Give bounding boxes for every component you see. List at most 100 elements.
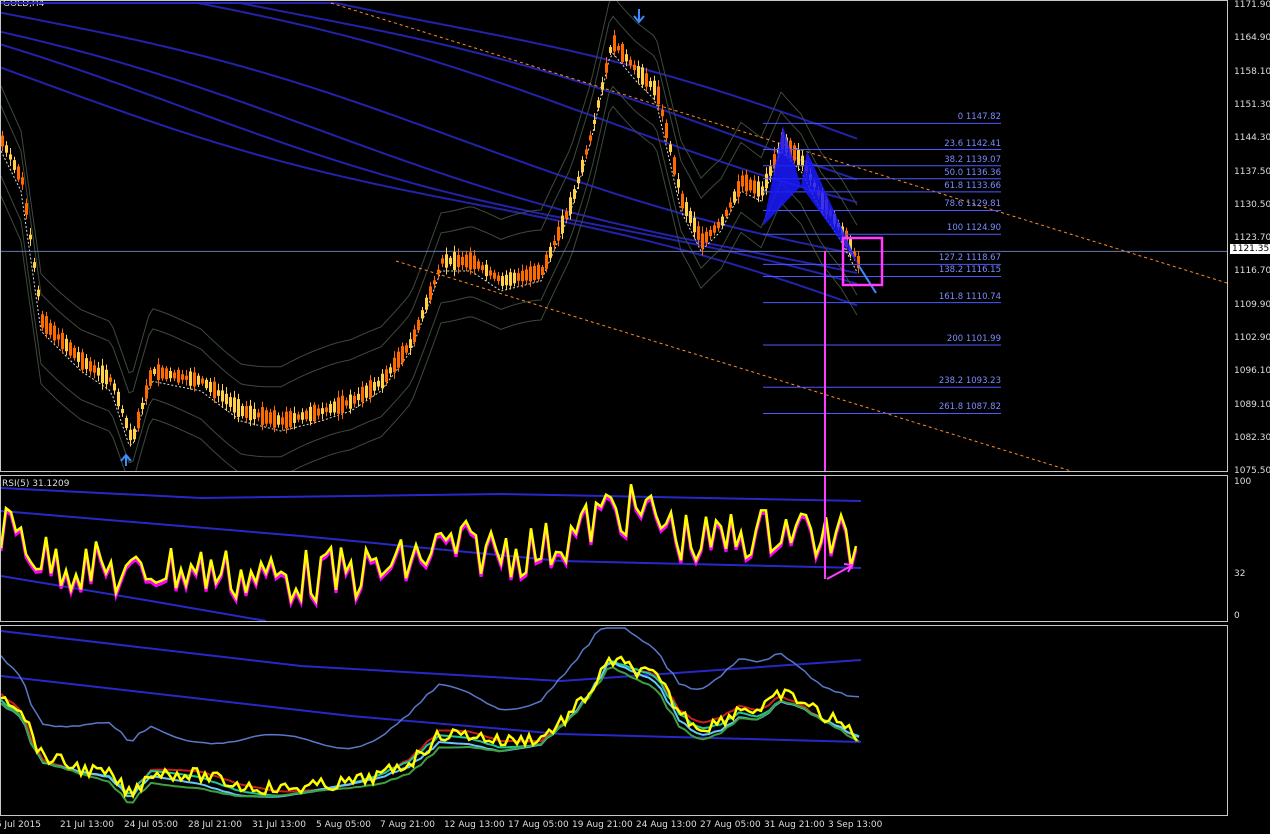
current-price-tag: 1121.35: [1230, 244, 1270, 255]
price-tick-label: 1123.70: [1234, 233, 1270, 244]
candle-body: [645, 73, 648, 87]
candle-body: [733, 191, 736, 203]
candle-body: [201, 378, 204, 384]
price-tick-label: 1158.10: [1234, 66, 1270, 77]
candle-body: [17, 166, 20, 180]
candle-body: [265, 410, 268, 424]
price-tick-label: 1082.30: [1234, 432, 1270, 443]
oscillator-canvas: [1, 627, 862, 804]
candle-body: [37, 289, 40, 297]
oscillator-average-line: [1, 666, 860, 804]
fib-level-label: 161.8 1110.74: [938, 291, 1001, 302]
candle-body: [29, 234, 32, 240]
candle-body: [97, 367, 100, 376]
candle-body: [625, 54, 628, 62]
candle-body: [617, 46, 620, 51]
price-chart-canvas: [1, 1, 1227, 471]
candle-body: [177, 369, 180, 383]
candle-body: [721, 216, 724, 226]
candle-body: [197, 375, 200, 385]
candle-body: [61, 332, 64, 350]
candle-body: [697, 226, 700, 240]
candle-body: [633, 64, 636, 71]
candle-body: [181, 374, 184, 380]
candle-body: [437, 269, 440, 274]
candle-body: [533, 265, 536, 281]
fib-level-label: 200 1101.99: [946, 333, 1001, 344]
candle-body: [681, 193, 684, 209]
candle-body: [489, 270, 492, 276]
candle-body: [333, 401, 336, 413]
candle-body: [557, 226, 560, 241]
candle-body: [317, 408, 320, 416]
rsi-canvas: [1, 476, 862, 621]
price-chart-pane[interactable]: GOLD,H4 0 1147.82 23.6 1142.41 38.2 1139.0…: [0, 0, 1228, 472]
fib-level-label: 50.0 1136.36: [944, 167, 1001, 178]
rsi-indicator-pane[interactable]: RSI(5) 31.1209: [0, 475, 1228, 622]
candle-body: [365, 385, 368, 398]
candle-body: [765, 173, 768, 189]
candle-body: [89, 361, 92, 372]
date-tick-label: 12 Aug 13:00: [444, 820, 505, 830]
candle-body: [613, 35, 616, 52]
moving-average-line: [1, 52, 858, 446]
candle-body: [185, 375, 188, 380]
candle-body: [161, 367, 164, 379]
candle-body: [233, 397, 236, 413]
candle-body: [357, 393, 360, 401]
candle-body: [113, 383, 116, 391]
candle-body: [173, 372, 176, 379]
candle-body: [277, 415, 280, 425]
candle-body: [205, 379, 208, 389]
rsi-divergence-arrow-icon: [826, 563, 854, 580]
candle-body: [597, 100, 600, 108]
rsi-tick-label: 100: [1234, 477, 1252, 487]
candle-body: [761, 186, 764, 196]
candle-body: [105, 369, 108, 385]
candle-body: [629, 59, 632, 66]
candle-body: [53, 325, 56, 341]
candle-body: [577, 176, 580, 184]
candle-body: [493, 272, 496, 279]
candle-body: [165, 368, 168, 380]
candle-body: [565, 211, 568, 219]
candle-body: [49, 323, 52, 335]
candle-body: [637, 66, 640, 78]
candle-body: [705, 231, 708, 243]
candle-body: [673, 157, 676, 175]
rsi-upper-band: [1, 487, 862, 502]
candle-body: [81, 352, 84, 370]
candle-body: [569, 197, 572, 215]
candle-body: [21, 177, 24, 185]
candle-body: [57, 334, 60, 340]
candle-body: [421, 310, 424, 319]
candle-body: [285, 411, 288, 429]
candle-body: [149, 370, 152, 386]
date-tick-label: 31 Jul 13:00: [252, 820, 306, 830]
candle-body: [253, 408, 256, 420]
candle-body: [757, 181, 760, 197]
date-tick-label: 28 Jul 21:00: [188, 820, 242, 830]
envelope-line: [1, 2, 858, 181]
osc-upper-band: [1, 630, 862, 683]
candle-body: [449, 257, 452, 265]
candle-body: [501, 276, 504, 286]
candle-body: [649, 81, 652, 87]
candle-body: [273, 410, 276, 428]
candle-body: [505, 274, 508, 286]
fib-level-label: 61.8 1133.66: [944, 180, 1001, 191]
rsi-signal-line: [1, 486, 858, 609]
candle-body: [525, 269, 528, 281]
candle-body: [393, 357, 396, 373]
fib-level-label: 138.2 1116.15: [938, 265, 1001, 276]
rsi-line: [1, 483, 858, 605]
band-line: [1, 85, 858, 464]
candle-body: [257, 412, 260, 418]
price-tick-label: 1144.30: [1234, 133, 1270, 144]
candle-body: [369, 380, 372, 398]
oscillator-pane[interactable]: [0, 625, 1228, 816]
envelope-line: [1, 2, 858, 140]
date-tick-label: 31 Aug 21:00: [764, 820, 825, 830]
candle-body: [141, 402, 144, 410]
candle-body: [593, 119, 596, 125]
